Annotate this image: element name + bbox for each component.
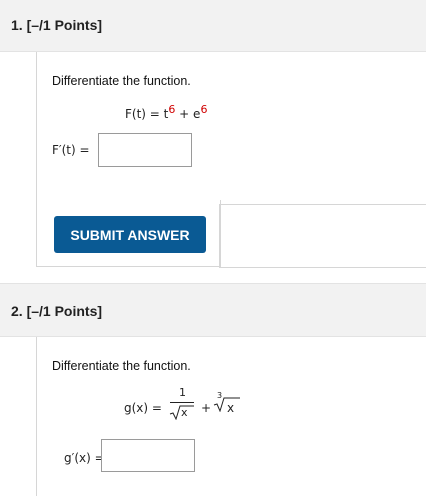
question-1-equation: F(t) = t6 + e6 bbox=[125, 103, 207, 121]
question-1-answer-input[interactable] bbox=[99, 134, 191, 166]
question-2-prompt: Differentiate the function. bbox=[52, 359, 191, 373]
equation-exponent-1: 6 bbox=[168, 103, 176, 116]
question-2-answer-label: g′(x) = bbox=[64, 451, 105, 465]
question-1-answer-box[interactable] bbox=[98, 133, 192, 167]
fraction-numerator: 1 bbox=[179, 386, 186, 399]
question-2-title: 2. [–/1 Points] bbox=[11, 303, 103, 319]
question-2-answer-input[interactable] bbox=[102, 440, 194, 471]
equation-lhs: F(t) = t bbox=[125, 107, 169, 121]
question-1-answer-label: F′(t) = bbox=[52, 143, 90, 157]
equation-exponent-2: 6 bbox=[200, 103, 208, 116]
submit-side-panel bbox=[219, 204, 426, 268]
fraction-denominator: x bbox=[181, 406, 188, 419]
question-2-header: 2. [–/1 Points] bbox=[0, 283, 426, 337]
equation-plus: + bbox=[201, 401, 212, 415]
question-2-answer-box[interactable] bbox=[101, 439, 195, 472]
question-2-body-border bbox=[36, 337, 37, 496]
question-1-prompt: Differentiate the function. bbox=[52, 74, 191, 88]
fraction-bar bbox=[170, 402, 194, 403]
cube-root-radicand: x bbox=[227, 401, 235, 415]
submit-answer-button[interactable]: SUBMIT ANSWER bbox=[54, 216, 206, 253]
equation-lhs: g(x) = bbox=[124, 401, 162, 415]
question-1-title: 1. [–/1 Points] bbox=[11, 17, 103, 33]
question-1-header: 1. [–/1 Points] bbox=[0, 0, 426, 52]
equation-term-e: + e bbox=[175, 107, 201, 121]
